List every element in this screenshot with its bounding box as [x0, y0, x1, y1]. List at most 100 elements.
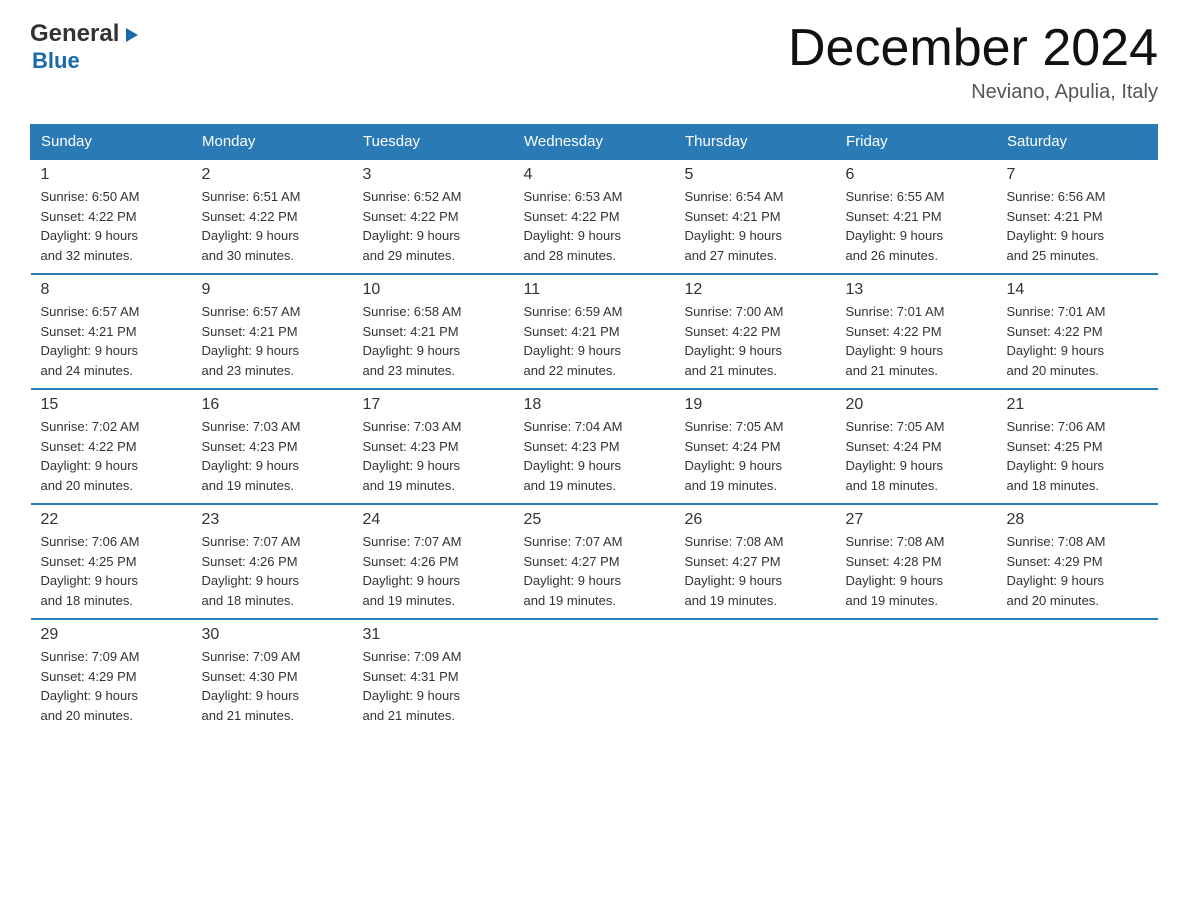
day-number: 27	[846, 511, 987, 529]
day-info: Sunrise: 6:52 AMSunset: 4:22 PMDaylight:…	[363, 187, 504, 265]
day-number: 19	[685, 396, 826, 414]
calendar-cell: 17Sunrise: 7:03 AMSunset: 4:23 PMDayligh…	[353, 389, 514, 504]
day-info: Sunrise: 6:57 AMSunset: 4:21 PMDaylight:…	[41, 302, 182, 380]
week-row-2: 8 Sunrise: 6:57 AMSunset: 4:21 PMDaylight…	[31, 274, 1158, 389]
day-info: Sunrise: 6:56 AMSunset: 4:21 PMDaylight:…	[1007, 187, 1148, 265]
day-number: 11	[524, 281, 665, 299]
calendar-cell: 31 Sunrise: 7:09 AMSunset: 4:31 PMDayligh…	[353, 619, 514, 733]
col-monday: Monday	[192, 125, 353, 160]
day-number: 20	[846, 396, 987, 414]
day-info: Sunrise: 7:06 AMSunset: 4:25 PMDaylight:…	[1007, 417, 1148, 495]
calendar-cell: 8 Sunrise: 6:57 AMSunset: 4:21 PMDaylight…	[31, 274, 192, 389]
calendar-table: Sunday Monday Tuesday Wednesday Thursday…	[30, 124, 1158, 733]
day-info: Sunrise: 7:00 AMSunset: 4:22 PMDaylight:…	[685, 302, 826, 380]
calendar-cell: 1 Sunrise: 6:50 AMSunset: 4:22 PMDaylight…	[31, 159, 192, 274]
calendar-cell: 19Sunrise: 7:05 AMSunset: 4:24 PMDayligh…	[675, 389, 836, 504]
day-info: Sunrise: 7:03 AMSunset: 4:23 PMDaylight:…	[363, 417, 504, 495]
calendar-cell: 24Sunrise: 7:07 AMSunset: 4:26 PMDayligh…	[353, 504, 514, 619]
day-number: 25	[524, 511, 665, 529]
calendar-cell: 21 Sunrise: 7:06 AMSunset: 4:25 PMDayligh…	[997, 389, 1158, 504]
day-number: 12	[685, 281, 826, 299]
calendar-cell: 20 Sunrise: 7:05 AMSunset: 4:24 PMDayligh…	[836, 389, 997, 504]
day-number: 30	[202, 626, 343, 644]
day-number: 10	[363, 281, 504, 299]
day-info: Sunrise: 7:04 AMSunset: 4:23 PMDaylight:…	[524, 417, 665, 495]
day-info: Sunrise: 7:01 AMSunset: 4:22 PMDaylight:…	[846, 302, 987, 380]
day-info: Sunrise: 7:08 AMSunset: 4:27 PMDaylight:…	[685, 532, 826, 610]
day-info: Sunrise: 6:57 AMSunset: 4:21 PMDaylight:…	[202, 302, 343, 380]
day-number: 6	[846, 166, 987, 184]
day-number: 15	[41, 396, 182, 414]
day-info: Sunrise: 7:09 AMSunset: 4:31 PMDaylight:…	[363, 647, 504, 725]
week-row-1: 1 Sunrise: 6:50 AMSunset: 4:22 PMDaylight…	[31, 159, 1158, 274]
day-info: Sunrise: 7:07 AMSunset: 4:27 PMDaylight:…	[524, 532, 665, 610]
calendar-cell: 16 Sunrise: 7:03 AMSunset: 4:23 PMDayligh…	[192, 389, 353, 504]
day-number: 31	[363, 626, 504, 644]
day-number: 1	[41, 166, 182, 184]
calendar-cell: 6 Sunrise: 6:55 AMSunset: 4:21 PMDaylight…	[836, 159, 997, 274]
col-thursday: Thursday	[675, 125, 836, 160]
col-saturday: Saturday	[997, 125, 1158, 160]
col-wednesday: Wednesday	[514, 125, 675, 160]
day-number: 4	[524, 166, 665, 184]
day-info: Sunrise: 7:05 AMSunset: 4:24 PMDaylight:…	[846, 417, 987, 495]
calendar-cell: 13 Sunrise: 7:01 AMSunset: 4:22 PMDayligh…	[836, 274, 997, 389]
col-tuesday: Tuesday	[353, 125, 514, 160]
day-number: 13	[846, 281, 987, 299]
calendar-cell: 3 Sunrise: 6:52 AMSunset: 4:22 PMDaylight…	[353, 159, 514, 274]
day-info: Sunrise: 7:08 AMSunset: 4:28 PMDaylight:…	[846, 532, 987, 610]
logo: General Blue	[30, 20, 142, 74]
calendar-cell: 23Sunrise: 7:07 AMSunset: 4:26 PMDayligh…	[192, 504, 353, 619]
calendar-cell: 14Sunrise: 7:01 AMSunset: 4:22 PMDayligh…	[997, 274, 1158, 389]
day-number: 26	[685, 511, 826, 529]
col-friday: Friday	[836, 125, 997, 160]
day-number: 9	[202, 281, 343, 299]
logo-blue: Blue	[32, 48, 80, 74]
day-info: Sunrise: 6:51 AMSunset: 4:22 PMDaylight:…	[202, 187, 343, 265]
day-number: 21	[1007, 396, 1148, 414]
calendar-cell	[997, 619, 1158, 733]
week-row-5: 29 Sunrise: 7:09 AMSunset: 4:29 PMDayligh…	[31, 619, 1158, 733]
day-info: Sunrise: 6:55 AMSunset: 4:21 PMDaylight:…	[846, 187, 987, 265]
calendar-cell: 29 Sunrise: 7:09 AMSunset: 4:29 PMDayligh…	[31, 619, 192, 733]
day-number: 18	[524, 396, 665, 414]
calendar-cell: 4 Sunrise: 6:53 AMSunset: 4:22 PMDaylight…	[514, 159, 675, 274]
calendar-cell: 15Sunrise: 7:02 AMSunset: 4:22 PMDayligh…	[31, 389, 192, 504]
calendar-cell: 2Sunrise: 6:51 AMSunset: 4:22 PMDaylight…	[192, 159, 353, 274]
week-row-3: 15Sunrise: 7:02 AMSunset: 4:22 PMDayligh…	[31, 389, 1158, 504]
calendar-cell: 27 Sunrise: 7:08 AMSunset: 4:28 PMDayligh…	[836, 504, 997, 619]
calendar-cell: 5Sunrise: 6:54 AMSunset: 4:21 PMDaylight…	[675, 159, 836, 274]
day-info: Sunrise: 7:08 AMSunset: 4:29 PMDaylight:…	[1007, 532, 1148, 610]
calendar-cell	[675, 619, 836, 733]
day-info: Sunrise: 6:50 AMSunset: 4:22 PMDaylight:…	[41, 187, 182, 265]
day-number: 29	[41, 626, 182, 644]
month-title: December 2024	[788, 20, 1158, 77]
calendar-cell: 9 Sunrise: 6:57 AMSunset: 4:21 PMDaylight…	[192, 274, 353, 389]
calendar-cell: 26 Sunrise: 7:08 AMSunset: 4:27 PMDayligh…	[675, 504, 836, 619]
calendar-cell: 25 Sunrise: 7:07 AMSunset: 4:27 PMDayligh…	[514, 504, 675, 619]
calendar-cell	[836, 619, 997, 733]
page-header: General Blue December 2024 Neviano, Apul…	[30, 20, 1158, 104]
day-info: Sunrise: 6:59 AMSunset: 4:21 PMDaylight:…	[524, 302, 665, 380]
calendar-cell	[514, 619, 675, 733]
day-number: 8	[41, 281, 182, 299]
calendar-cell: 7Sunrise: 6:56 AMSunset: 4:21 PMDaylight…	[997, 159, 1158, 274]
day-info: Sunrise: 6:53 AMSunset: 4:22 PMDaylight:…	[524, 187, 665, 265]
calendar-cell: 11 Sunrise: 6:59 AMSunset: 4:21 PMDayligh…	[514, 274, 675, 389]
day-info: Sunrise: 7:09 AMSunset: 4:29 PMDaylight:…	[41, 647, 182, 725]
day-info: Sunrise: 7:01 AMSunset: 4:22 PMDaylight:…	[1007, 302, 1148, 380]
day-number: 16	[202, 396, 343, 414]
calendar-cell: 22 Sunrise: 7:06 AMSunset: 4:25 PMDayligh…	[31, 504, 192, 619]
day-number: 22	[41, 511, 182, 529]
calendar-cell: 10Sunrise: 6:58 AMSunset: 4:21 PMDayligh…	[353, 274, 514, 389]
calendar-cell: 30Sunrise: 7:09 AMSunset: 4:30 PMDayligh…	[192, 619, 353, 733]
day-number: 3	[363, 166, 504, 184]
day-info: Sunrise: 6:54 AMSunset: 4:21 PMDaylight:…	[685, 187, 826, 265]
col-sunday: Sunday	[31, 125, 192, 160]
day-number: 23	[202, 511, 343, 529]
title-block: December 2024 Neviano, Apulia, Italy	[788, 20, 1158, 104]
day-info: Sunrise: 7:03 AMSunset: 4:23 PMDaylight:…	[202, 417, 343, 495]
week-row-4: 22 Sunrise: 7:06 AMSunset: 4:25 PMDayligh…	[31, 504, 1158, 619]
header-row: Sunday Monday Tuesday Wednesday Thursday…	[31, 125, 1158, 160]
day-info: Sunrise: 7:06 AMSunset: 4:25 PMDaylight:…	[41, 532, 182, 610]
